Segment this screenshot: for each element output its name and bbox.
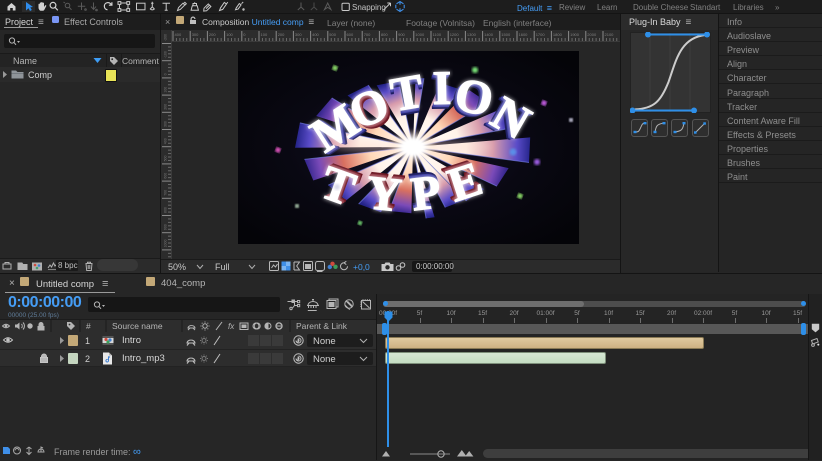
svg-text:1200: 1200 xyxy=(450,32,460,37)
svg-text:-100: -100 xyxy=(164,51,168,58)
svg-text:600: 600 xyxy=(347,32,354,37)
svg-text:Source name: Source name xyxy=(112,321,163,331)
svg-text:300: 300 xyxy=(295,32,302,37)
svg-text:1700: 1700 xyxy=(536,32,546,37)
svg-text:200: 200 xyxy=(278,32,285,37)
svg-text:0: 0 xyxy=(164,73,168,75)
svg-text:900: 900 xyxy=(164,224,168,230)
svg-text:-200: -200 xyxy=(164,34,168,41)
svg-text:100: 100 xyxy=(261,32,268,37)
svg-text:1300: 1300 xyxy=(467,32,477,37)
svg-text:500: 500 xyxy=(329,32,336,37)
svg-text:200: 200 xyxy=(164,104,168,110)
svg-text:1000: 1000 xyxy=(164,240,168,248)
svg-text:#: # xyxy=(86,321,91,331)
svg-text:1100: 1100 xyxy=(433,32,442,37)
svg-text:500: 500 xyxy=(164,156,168,162)
svg-text:1900: 1900 xyxy=(570,32,580,37)
svg-text:2000: 2000 xyxy=(587,32,597,37)
svg-text:800: 800 xyxy=(164,207,168,213)
svg-text:1400: 1400 xyxy=(484,32,494,37)
svg-text:700: 700 xyxy=(164,190,168,196)
svg-text:0: 0 xyxy=(243,32,246,37)
svg-text:100: 100 xyxy=(164,87,168,93)
svg-text:1500: 1500 xyxy=(501,32,511,37)
svg-text:2100: 2100 xyxy=(605,32,615,37)
svg-text:600: 600 xyxy=(164,173,168,179)
svg-text:fx: fx xyxy=(228,322,235,331)
svg-text:1800: 1800 xyxy=(553,32,563,37)
svg-text:200: 200 xyxy=(209,32,216,37)
svg-text:400: 400 xyxy=(164,138,168,144)
svg-text:800: 800 xyxy=(381,32,388,37)
svg-text:300: 300 xyxy=(192,32,199,37)
svg-text:1600: 1600 xyxy=(519,32,529,37)
svg-text:300: 300 xyxy=(164,121,168,127)
svg-text:Y: Y xyxy=(364,166,404,222)
svg-text:Parent & Link: Parent & Link xyxy=(296,321,348,331)
svg-text:100: 100 xyxy=(226,32,233,37)
svg-text:400: 400 xyxy=(175,32,182,37)
svg-text:700: 700 xyxy=(364,32,371,37)
svg-text:400: 400 xyxy=(312,32,319,37)
svg-text:1000: 1000 xyxy=(415,32,425,37)
svg-text:900: 900 xyxy=(398,32,405,37)
